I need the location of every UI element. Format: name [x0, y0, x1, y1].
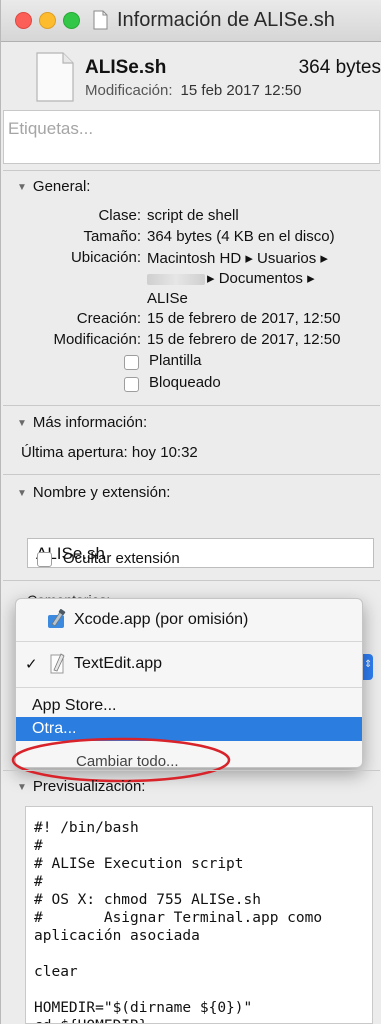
menu-item-app-store-label: App Store...: [32, 697, 117, 714]
info-window: Información de ALISe.sh ALISe.sh 364 byt…: [0, 0, 381, 1024]
file-name: ALISe.sh: [85, 57, 167, 78]
section-mas-informacion[interactable]: ▼ Más información:: [17, 414, 147, 431]
section-nombre-extension[interactable]: ▼ Nombre y extensión:: [17, 484, 170, 501]
ocultar-extension-checkbox[interactable]: [37, 552, 52, 567]
creacion-label: Creación:: [76, 310, 141, 327]
menu-item-app-store[interactable]: App Store...: [16, 693, 362, 715]
divider: [3, 405, 380, 406]
document-icon: [93, 10, 108, 30]
divider: [3, 170, 380, 171]
stepper-arrows-icon: ⇕: [364, 659, 373, 670]
menu-item-textedit-label: TextEdit.app: [74, 655, 163, 672]
modificacion-label: Modificación:: [53, 331, 141, 348]
disclosure-triangle-icon: ▼: [17, 488, 27, 499]
tamano-row: Tamaño: 364 bytes (4 KB en el disco): [1, 228, 381, 248]
ubicacion-line-2-text: ▸ Documentos ▸: [207, 270, 315, 287]
ocultar-extension-label: Ocultar extensión: [63, 550, 180, 567]
disclosure-triangle-icon: ▼: [17, 418, 27, 429]
creacion-row: Creación: 15 de febrero de 2017, 12:50: [1, 310, 381, 330]
preview-code: #! /bin/bash # # ALISe Execution script …: [34, 820, 323, 1023]
bloqueado-label: Bloqueado: [149, 374, 221, 391]
minimize-button[interactable]: [39, 12, 56, 29]
popup-stepper[interactable]: ⇕: [363, 654, 373, 680]
header-modified-label: Modificación:: [85, 82, 173, 99]
title-bar: Información de ALISe.sh: [1, 0, 381, 42]
clase-row: Clase: script de shell: [1, 207, 381, 227]
tamano-value: 364 bytes (4 KB en el disco): [147, 228, 335, 245]
plantilla-checkbox[interactable]: [124, 355, 139, 370]
modificacion-row: Modificación: 15 de febrero de 2017, 12:…: [1, 331, 381, 351]
menu-item-xcode[interactable]: Xcode.app (por omisión): [16, 603, 362, 637]
header-modified-value: 15 feb 2017 12:50: [180, 82, 302, 99]
menu-separator: [16, 687, 362, 688]
window-title: Información de ALISe.sh: [117, 9, 335, 31]
disclosure-triangle-icon: ▼: [17, 182, 27, 193]
redacted-username: [147, 273, 205, 285]
menu-separator: [16, 641, 362, 642]
section-mas-informacion-title: Más información:: [32, 414, 148, 431]
clase-value: script de shell: [147, 207, 239, 224]
menu-item-xcode-label: Xcode.app (por omisión): [74, 611, 249, 628]
section-previsualizacion[interactable]: ▼ Previsualización:: [17, 778, 145, 795]
file-size: 364 bytes: [298, 57, 381, 78]
textedit-icon: [50, 653, 65, 674]
ubicacion-line-2: ▸ Documentos ▸: [147, 269, 315, 289]
section-general-title: General:: [32, 178, 91, 195]
creacion-value: 15 de febrero de 2017, 12:50: [147, 310, 341, 327]
tamano-label: Tamaño:: [83, 228, 141, 245]
section-previsualizacion-title: Previsualización:: [32, 778, 146, 795]
ubicacion-line-1: Macintosh HD ▸ Usuarios ▸: [147, 250, 328, 267]
ubicacion-row: Ubicación: Macintosh HD ▸ Usuarios ▸: [1, 249, 381, 269]
tags-placeholder: Etiquetas...: [8, 119, 94, 138]
modificacion-value: 15 de febrero de 2017, 12:50: [147, 331, 341, 348]
clase-label: Clase:: [98, 207, 141, 224]
close-button[interactable]: [15, 12, 32, 29]
divider: [3, 580, 380, 581]
preview-pane[interactable]: #! /bin/bash # # ALISe Execution script …: [25, 806, 373, 1024]
divider: [3, 474, 380, 475]
ubicacion-label: Ubicación:: [70, 249, 141, 266]
ultima-apertura: Última apertura: hoy 10:32: [21, 444, 198, 461]
plantilla-label: Plantilla: [149, 352, 202, 369]
zoom-button[interactable]: [63, 12, 80, 29]
ubicacion-line-3: ALISe: [147, 290, 188, 307]
bloqueado-checkbox[interactable]: [124, 377, 139, 392]
xcode-icon: [48, 609, 66, 628]
divider: [3, 770, 380, 771]
menu-item-textedit[interactable]: ✓ TextEdit.app: [16, 647, 362, 681]
section-nombre-extension-title: Nombre y extensión:: [32, 484, 171, 501]
file-icon: [36, 52, 74, 102]
checkmark-icon: ✓: [25, 656, 38, 673]
section-general[interactable]: ▼ General:: [17, 178, 90, 195]
tags-field[interactable]: Etiquetas...: [3, 110, 380, 164]
disclosure-triangle-icon: ▼: [17, 782, 27, 793]
header-modified: Modificación: 15 feb 2017 12:50: [85, 82, 302, 99]
